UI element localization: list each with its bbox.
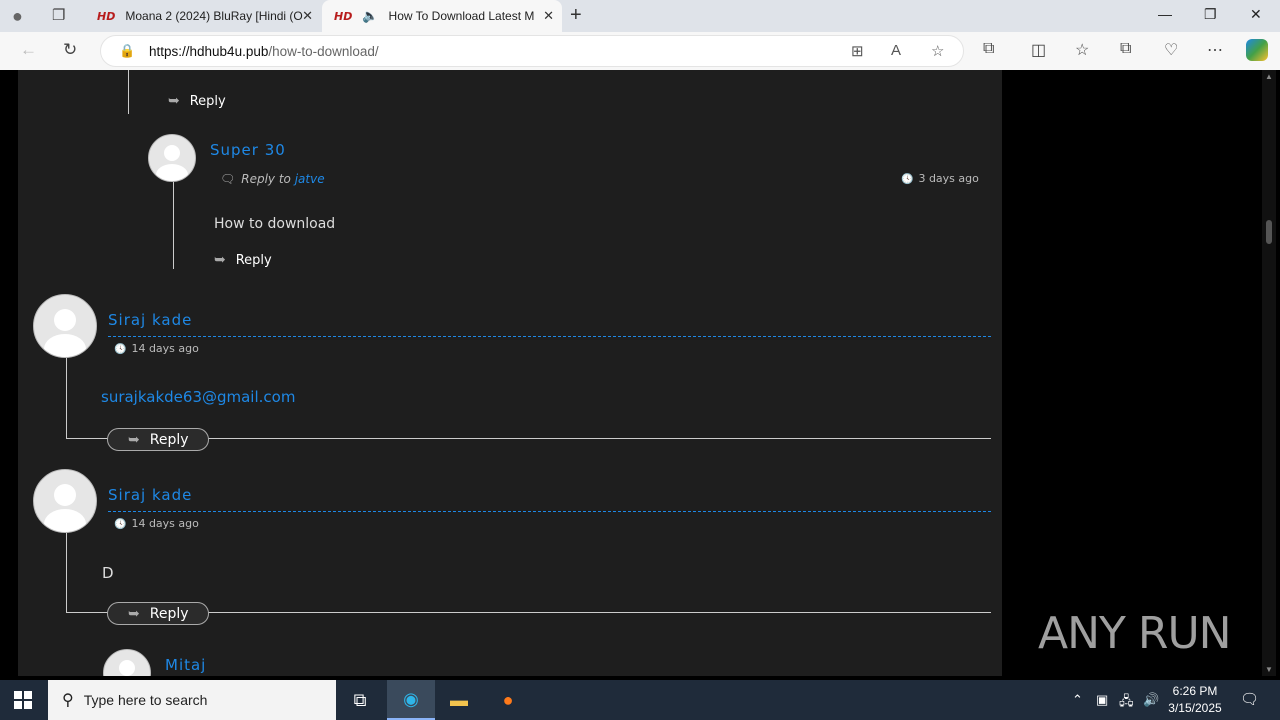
avatar [33, 469, 97, 533]
tab-moana[interactable]: HD Moana 2 (2024) BluRay [Hindi (O ✕ [85, 0, 321, 32]
comment-author[interactable]: Siraj kade [108, 486, 192, 504]
tab-how-to-download[interactable]: HD 🔈 How To Download Latest M ✕ [322, 0, 562, 32]
hd-favicon-icon: HD [334, 9, 353, 23]
show-hidden-icons[interactable]: ⌃ [1072, 692, 1083, 708]
tab-actions-icon[interactable]: ❐ [52, 6, 65, 24]
minimize-icon[interactable]: — [1158, 6, 1172, 22]
author-divider [108, 511, 991, 512]
extensions-icon[interactable]: ⧉ [983, 40, 994, 58]
thread-line [173, 182, 174, 269]
reply-to-info: 🗨 Reply to jatve [220, 172, 325, 186]
thread-line [66, 533, 67, 613]
device-icon[interactable]: ▣ [1096, 692, 1108, 708]
new-tab-button[interactable]: + [570, 4, 582, 27]
reply-arrow-icon: ➥ [128, 605, 140, 622]
clock-icon: 🕓 [114, 519, 127, 530]
clock-date: 3/15/2025 [1168, 701, 1222, 715]
comment-author[interactable]: Super 30 [210, 141, 286, 159]
lock-icon[interactable]: 🔒 [119, 43, 135, 59]
comment-time: 🕓 3 days ago [901, 172, 979, 185]
browser-tab-strip: ● ❐ HD Moana 2 (2024) BluRay [Hindi (O ✕… [0, 0, 1280, 32]
avatar [103, 649, 151, 676]
time-text: 14 days ago [131, 342, 199, 355]
reply-label: Reply [189, 93, 226, 109]
system-clock[interactable]: 6:26 PM 3/15/2025 [1160, 683, 1230, 717]
author-divider [108, 336, 991, 337]
reply-to-link[interactable]: jatve [295, 172, 325, 186]
search-placeholder: Type here to search [83, 692, 208, 708]
window-close-icon[interactable]: ✕ [1250, 6, 1262, 23]
clock-icon: 🕓 [114, 344, 127, 355]
comment-text[interactable]: surajkakde63@gmail.com [101, 388, 295, 406]
comments-icon: 🗨 [220, 172, 236, 186]
read-aloud-icon[interactable]: A [891, 42, 901, 59]
restore-icon[interactable]: ❐ [1204, 6, 1217, 23]
anyrun-watermark: ANY RUN [1038, 608, 1232, 659]
reply-label: Reply [149, 605, 189, 622]
file-explorer-icon[interactable]: ▬ [435, 680, 483, 720]
reply-button[interactable]: ➥ Reply [107, 602, 209, 625]
back-icon[interactable]: ← [20, 40, 37, 60]
taskbar: ⚲ Type here to search ⧉ ◉ ▬ ● ⌃ ▣ 🖧 🔊 6:… [0, 680, 1280, 720]
clock-icon: 🕓 [901, 174, 914, 185]
reply-link[interactable]: ➥ Reply [168, 93, 226, 109]
app-available-icon[interactable]: ⊞ [851, 42, 864, 60]
scroll-down-icon[interactable]: ▼ [1265, 665, 1273, 674]
volume-icon[interactable]: 🔊 [1143, 692, 1159, 708]
comment-author[interactable]: Siraj kade [108, 311, 192, 329]
scroll-thumb[interactable] [1266, 220, 1272, 244]
reply-to-prefix: Reply to [241, 172, 291, 186]
page-scrollbar[interactable]: ▲ ▼ [1262, 70, 1276, 676]
favorites-icon[interactable]: ☆ [1075, 40, 1089, 60]
close-icon[interactable]: ✕ [543, 8, 554, 24]
reply-label: Reply [149, 431, 189, 448]
thread-line [66, 358, 67, 439]
taskbar-search[interactable]: ⚲ Type here to search [48, 680, 336, 720]
reply-arrow-icon: ➥ [128, 431, 140, 448]
tab-title: Moana 2 (2024) BluRay [Hindi (O [125, 9, 303, 23]
reply-button[interactable]: ➥ Reply [107, 428, 209, 451]
comment-text: How to download [214, 216, 336, 232]
comment-author[interactable]: Mitaj [165, 656, 206, 674]
collections-icon[interactable]: ⧉ [1120, 40, 1131, 58]
thread-line [128, 70, 129, 114]
page-viewport: ➥ Reply Super 30 🗨 Reply to jatve 🕓 3 days… [4, 70, 1276, 676]
reply-link[interactable]: ➥ Reply [214, 252, 272, 268]
windows-start-icon[interactable] [14, 691, 32, 709]
network-icon[interactable]: 🖧 [1119, 692, 1134, 714]
comments-section: ➥ Reply Super 30 🗨 Reply to jatve 🕓 3 days… [18, 70, 1002, 676]
time-text: 3 days ago [918, 172, 979, 185]
tab-title: How To Download Latest M [388, 9, 534, 23]
copilot-icon[interactable] [1246, 39, 1268, 61]
avatar [148, 134, 196, 182]
address-bar[interactable]: 🔒 https://hdhub4u.pub/how-to-download/ ⊞… [100, 35, 964, 67]
more-menu-icon[interactable]: ⋯ [1207, 40, 1223, 60]
address-toolbar: ← ↻ 🔒 https://hdhub4u.pub/how-to-downloa… [0, 32, 1280, 70]
hd-favicon-icon: HD [97, 9, 116, 23]
split-screen-icon[interactable]: ◫ [1031, 40, 1046, 60]
notifications-icon[interactable]: 🗨 [1240, 690, 1259, 708]
favorite-star-icon[interactable]: ☆ [931, 42, 944, 60]
close-icon[interactable]: ✕ [302, 8, 313, 24]
search-icon: ⚲ [62, 692, 74, 709]
refresh-icon[interactable]: ↻ [63, 40, 77, 60]
firefox-icon[interactable]: ● [484, 680, 532, 720]
clock-time: 6:26 PM [1172, 684, 1218, 698]
comment-time: 🕓 14 days ago [114, 342, 199, 355]
profile-icon[interactable]: ● [12, 6, 23, 27]
scroll-up-icon[interactable]: ▲ [1265, 72, 1273, 81]
reply-arrow-icon: ➥ [214, 252, 226, 268]
reply-arrow-icon: ➥ [168, 93, 180, 109]
comment-text: D [102, 564, 114, 582]
comment-time: 🕓 14 days ago [114, 517, 199, 530]
time-text: 14 days ago [131, 517, 199, 530]
edge-icon[interactable]: ◉ [387, 680, 435, 720]
task-view-icon[interactable]: ⧉ [336, 680, 384, 720]
avatar [33, 294, 97, 358]
url-text[interactable]: https://hdhub4u.pub/how-to-download/ [149, 44, 379, 59]
speaker-icon[interactable]: 🔈 [362, 8, 378, 24]
browser-essentials-icon[interactable]: ♡ [1164, 40, 1178, 60]
reply-label: Reply [235, 252, 272, 268]
